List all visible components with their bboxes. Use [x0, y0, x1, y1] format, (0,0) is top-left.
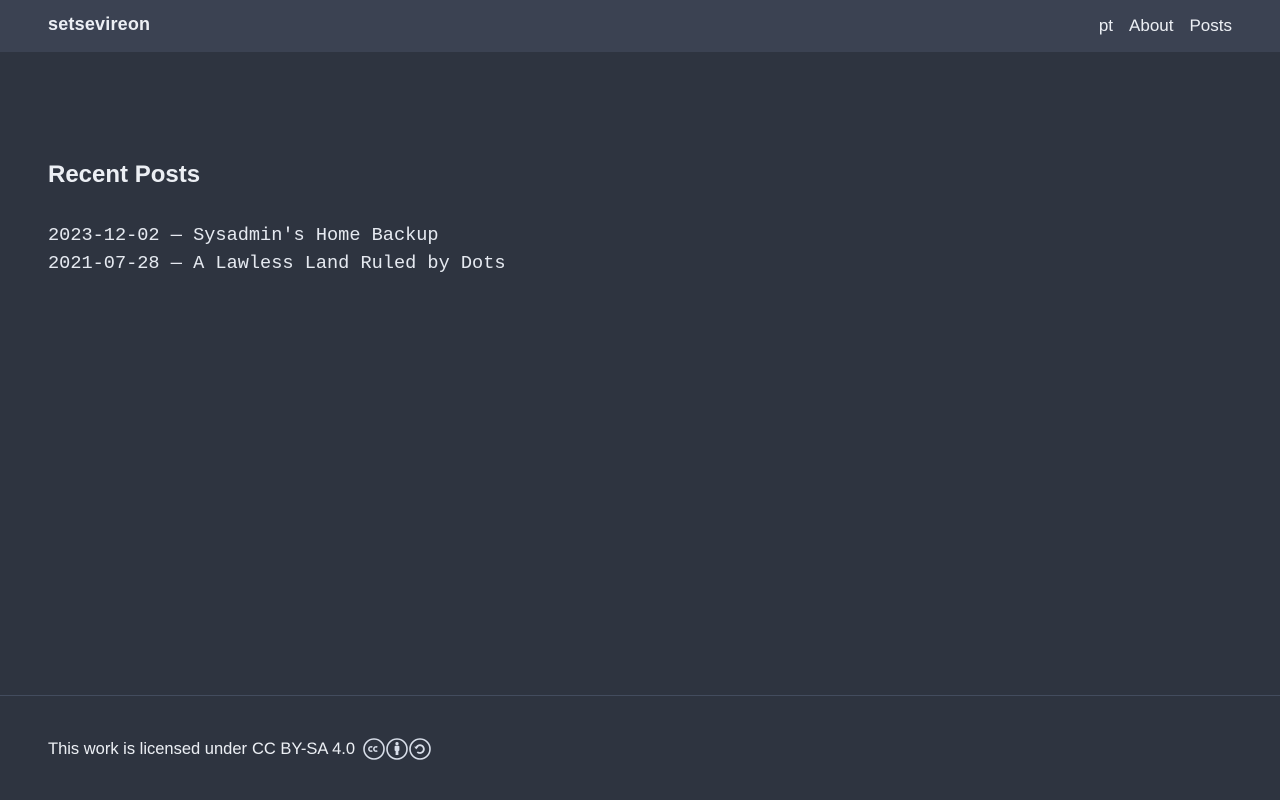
license-notice: This work is licensed under CC BY-SA 4.0 [48, 738, 431, 760]
site-title-link[interactable]: setsevireon [48, 14, 150, 35]
cc-icon [363, 738, 385, 760]
sa-icon [409, 738, 431, 760]
nav-item-posts[interactable]: Posts [1189, 16, 1232, 36]
post-title: A Lawless Land Ruled by Dots [193, 253, 506, 274]
post-separator: — [170, 253, 182, 274]
main-nav: pt About Posts [1099, 16, 1232, 36]
license-text: This work is licensed under [48, 739, 247, 758]
post-list: 2023-12-02 — Sysadmin's Home Backup 2021… [48, 222, 506, 278]
recent-posts-heading: Recent Posts [48, 161, 201, 188]
post-link[interactable]: 2021-07-28 — A Lawless Land Ruled by Dot… [48, 253, 506, 274]
list-item: 2023-12-02 — Sysadmin's Home Backup [48, 222, 506, 250]
by-icon [386, 738, 408, 760]
post-title: Sysadmin's Home Backup [193, 225, 439, 246]
post-separator: — [170, 225, 182, 246]
site-footer: This work is licensed under CC BY-SA 4.0 [0, 695, 1280, 800]
main-content: Recent Posts 2023-12-02 — Sysadmin's Hom… [48, 160, 506, 274]
license-link[interactable]: CC BY-SA 4.0 [252, 740, 355, 759]
license-icons [363, 738, 431, 760]
post-date: 2023-12-02 [48, 225, 160, 246]
nav-item-about[interactable]: About [1129, 16, 1173, 36]
list-item: 2021-07-28 — A Lawless Land Ruled by Dot… [48, 250, 506, 278]
post-date: 2021-07-28 [48, 253, 160, 274]
post-link[interactable]: 2023-12-02 — Sysadmin's Home Backup [48, 225, 439, 246]
nav-item-pt[interactable]: pt [1099, 16, 1113, 36]
site-header: setsevireon pt About Posts [0, 0, 1280, 52]
